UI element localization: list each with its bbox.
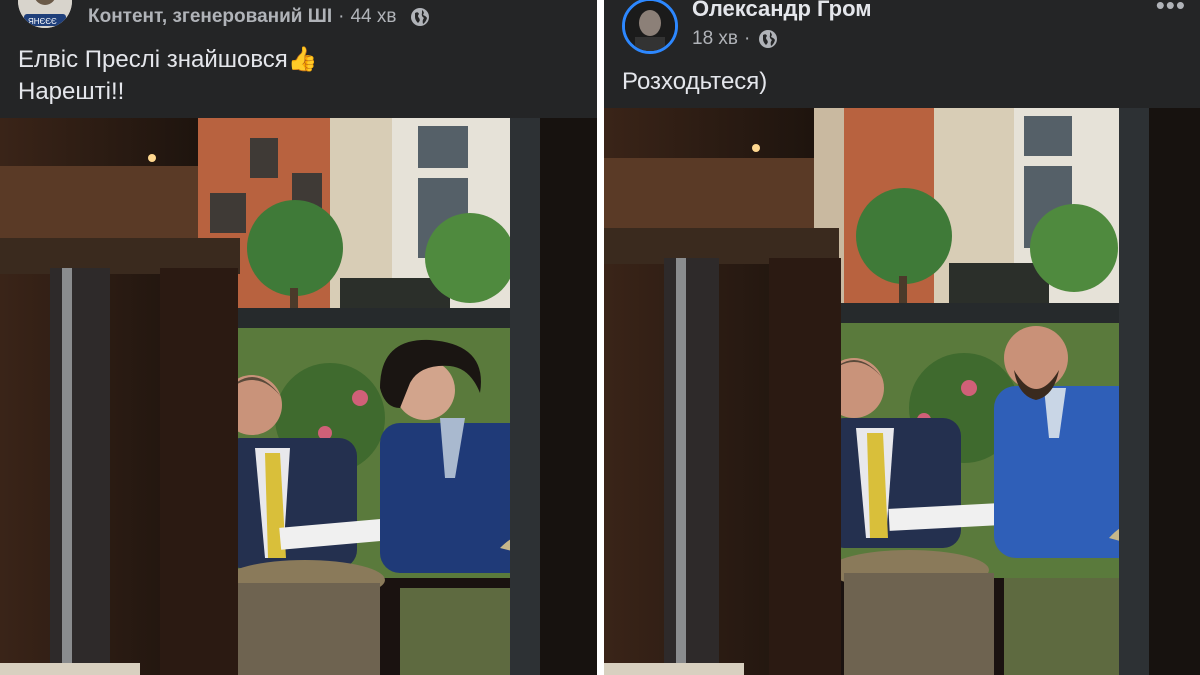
svg-text:ЯНЄЄЄ: ЯНЄЄЄ <box>28 17 57 26</box>
meta-separator: · <box>744 28 751 49</box>
post-time[interactable]: 18 хв <box>692 28 738 50</box>
meta-separator: · <box>338 6 345 27</box>
author-name[interactable]: Олександр Гром <box>692 0 872 22</box>
post-right: Олександр Гром 18 хв · ••• Розходьтеся) <box>604 0 1200 675</box>
post-time[interactable]: 44 хв <box>350 6 396 28</box>
post-left: ЯНЄЄЄ Контент, згенерований ШІ · 44 хв Е… <box>0 0 597 675</box>
post-meta: Контент, згенерований ШІ · 44 хв <box>88 6 430 28</box>
more-options-icon[interactable]: ••• <box>1156 0 1186 21</box>
restaurant-window-photo[interactable] <box>0 118 597 675</box>
post-meta: 18 хв · <box>692 28 778 50</box>
globe-icon <box>410 7 430 27</box>
caption-line-2: Нарешті!! <box>18 78 125 105</box>
author-line[interactable]: Контент, згенерований ШІ <box>88 6 332 28</box>
post-caption: Елвіс Преслі знайшовся👍 Нарешті!! <box>18 44 318 108</box>
post-caption: Розходьтеся) <box>622 68 768 95</box>
caption-line-1: Елвіс Преслі знайшовся👍 <box>18 46 318 73</box>
globe-icon <box>758 29 778 49</box>
restaurant-window-photo[interactable] <box>604 108 1200 675</box>
profile-avatar-icon[interactable] <box>622 0 678 54</box>
profile-avatar-icon[interactable]: ЯНЄЄЄ <box>18 0 72 28</box>
